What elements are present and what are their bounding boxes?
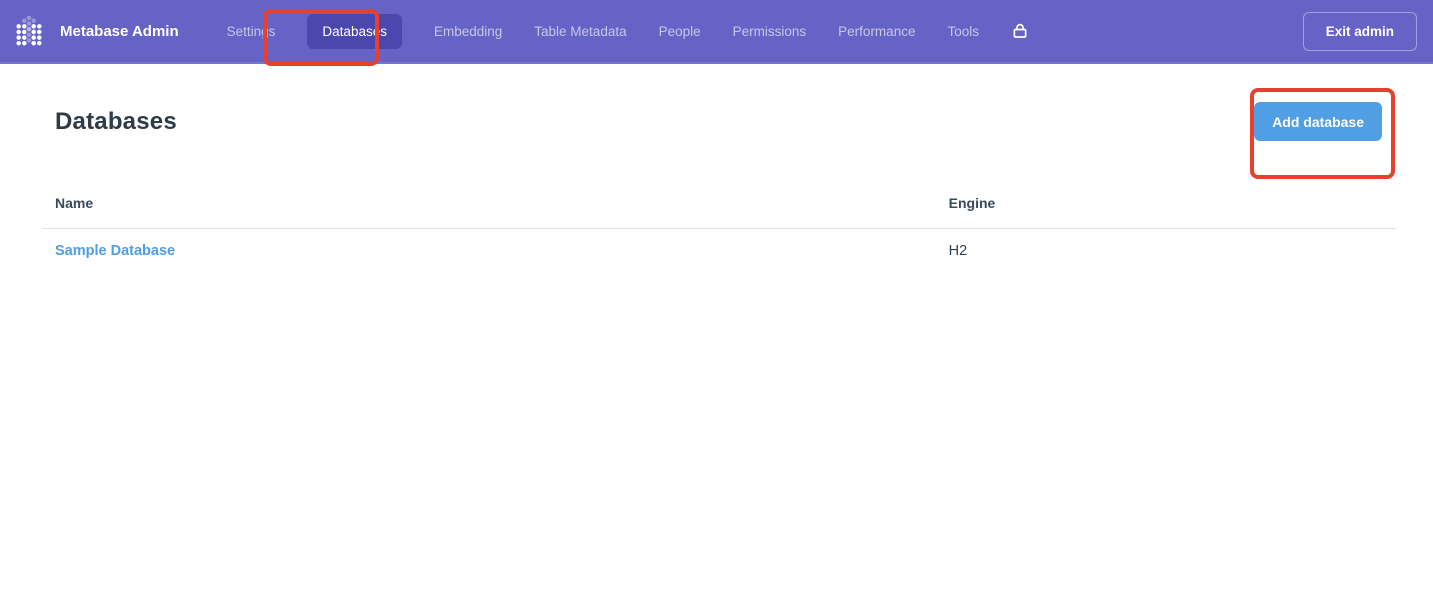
nav-tab-permissions[interactable]: Permissions <box>733 24 807 39</box>
column-header-name: Name <box>42 195 936 229</box>
nav-tab-settings[interactable]: Settings <box>227 24 276 39</box>
nav-tab-tools[interactable]: Tools <box>947 24 979 39</box>
admin-navbar: Metabase Admin Settings Databases Embedd… <box>0 0 1433 64</box>
nav-tab-performance[interactable]: Performance <box>838 24 915 39</box>
table-header-row: Name Engine <box>42 195 1396 229</box>
nav-tab-people[interactable]: People <box>659 24 701 39</box>
database-engine-value: H2 <box>936 229 1396 274</box>
store-bag-icon[interactable] <box>1011 22 1029 40</box>
page-title: Databases <box>55 110 177 134</box>
database-link-sample-database[interactable]: Sample Database <box>55 243 175 259</box>
exit-admin-button[interactable]: Exit admin <box>1303 12 1417 51</box>
admin-nav-tabs: Settings Databases Embedding Table Metad… <box>227 14 979 49</box>
page-header: Databases Add database <box>42 64 1396 141</box>
metabase-logo-icon[interactable] <box>14 16 44 46</box>
add-database-button[interactable]: Add database <box>1254 102 1382 141</box>
databases-table: Name Engine Sample Database H2 <box>42 195 1396 273</box>
column-header-engine: Engine <box>936 195 1396 229</box>
nav-tab-databases[interactable]: Databases <box>307 14 402 49</box>
table-row: Sample Database H2 <box>42 229 1396 274</box>
nav-tab-embedding[interactable]: Embedding <box>434 24 502 39</box>
databases-page: Databases Add database Name Engine Sampl… <box>0 64 1433 273</box>
brand-title: Metabase Admin <box>60 23 179 40</box>
nav-tab-table-metadata[interactable]: Table Metadata <box>534 24 626 39</box>
